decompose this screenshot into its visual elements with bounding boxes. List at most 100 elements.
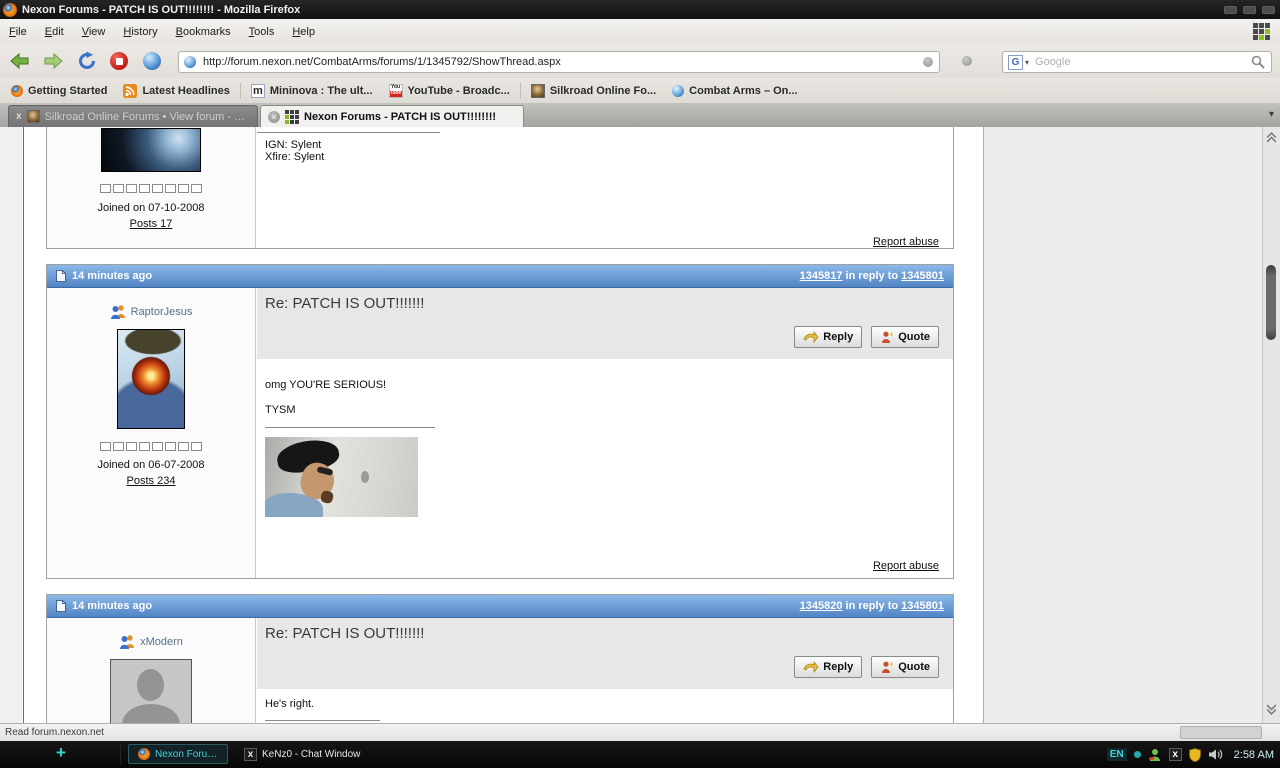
post-id-link[interactable]: 1345820 [800, 600, 843, 612]
url-input[interactable] [201, 55, 923, 69]
vertical-scrollbar[interactable] [1262, 127, 1280, 723]
post-user-column: RaptorJesus Joined on 06-07-2008 Posts 2… [47, 288, 256, 578]
taskbar-divider [120, 745, 121, 764]
stop-button[interactable] [108, 50, 130, 72]
xfire-icon: x [244, 748, 257, 761]
tab-close-icon[interactable]: × [268, 111, 280, 123]
bookmark-dot-icon[interactable] [962, 56, 972, 66]
bookmark-mininova[interactable]: m Mininova : The ult... [243, 81, 381, 101]
menu-edit[interactable]: Edit [36, 22, 73, 42]
username[interactable]: xModern [140, 636, 183, 648]
url-bar-go-icon[interactable] [923, 57, 933, 67]
page-icon [56, 270, 66, 282]
menu-file[interactable]: File [0, 22, 36, 42]
rss-icon [123, 84, 137, 98]
scrollbar-thumb[interactable] [1266, 265, 1276, 340]
quote-button[interactable]: Quote [871, 656, 939, 678]
post-header: 14 minutes ago 1345820 in reply to 13458… [47, 595, 953, 618]
post-body-line: omg YOU'RE SERIOUS! [265, 379, 953, 391]
search-magnifier-icon[interactable] [1251, 55, 1265, 69]
post-content-column: IGN: Sylent Xfire: Sylent Report abuse [257, 132, 953, 254]
bookmark-getting-started[interactable]: Getting Started [0, 81, 115, 101]
taskbar-button-firefox[interactable]: Nexon Forums - PATCH I... [128, 744, 228, 764]
menu-tools[interactable]: Tools [240, 22, 284, 42]
username[interactable]: RaptorJesus [131, 306, 193, 318]
clock[interactable]: 2:58 AM [1234, 749, 1274, 761]
post-id-area: 1345820 in reply to 1345801 [800, 600, 944, 612]
reply-to-id-link[interactable]: 1345801 [901, 270, 944, 282]
post-user-column: xModern [47, 618, 256, 723]
youtube-icon: YouTube [389, 84, 403, 98]
forum-post-partial: Joined on 07-10-2008 Posts 17 IGN: Sylen… [46, 127, 954, 249]
bookmark-youtube[interactable]: YouTube YouTube - Broadc... [381, 81, 518, 101]
menu-bookmarks[interactable]: Bookmarks [167, 22, 240, 42]
forward-button[interactable] [42, 50, 64, 72]
home-globe-icon [143, 52, 161, 70]
start-button[interactable]: + [56, 743, 66, 763]
reload-button[interactable] [76, 50, 98, 72]
menubar: File Edit View History Bookmarks Tools H… [0, 19, 1280, 45]
security-shield-icon[interactable] [1189, 748, 1201, 762]
post-time: 14 minutes ago [72, 270, 152, 282]
user-line: xModern [119, 634, 183, 649]
post-content-column: Re: PATCH IS OUT!!!!!!! Reply Quote He's [257, 618, 953, 723]
post-id-area: 1345817 in reply to 1345801 [800, 270, 944, 282]
url-bar[interactable] [178, 51, 940, 73]
tray-dot-icon[interactable] [1134, 751, 1141, 758]
search-input[interactable] [1033, 55, 1251, 69]
reply-button[interactable]: Reply [794, 656, 862, 678]
messenger-status-icon[interactable] [1148, 748, 1162, 762]
minimize-button[interactable] [1224, 6, 1237, 14]
posts-count-link[interactable]: Posts 17 [130, 218, 173, 230]
quote-person-icon [880, 330, 894, 344]
xfire-tray-icon[interactable]: x [1169, 748, 1182, 761]
maximize-button[interactable] [1243, 6, 1256, 14]
close-button[interactable] [1262, 6, 1275, 14]
nexon-grid-icon [1253, 23, 1270, 40]
bookmark-silkroad[interactable]: Silkroad Online Fo... [523, 81, 664, 101]
page-icon [56, 600, 66, 612]
scroll-down-icon[interactable] [1263, 702, 1280, 720]
google-icon[interactable]: G [1008, 55, 1023, 70]
menu-view[interactable]: View [73, 22, 115, 42]
report-abuse-link[interactable]: Report abuse [873, 560, 939, 572]
reply-arrow-icon [803, 331, 819, 343]
reply-to-id-link[interactable]: 1345801 [901, 600, 944, 612]
search-engine-caret-icon[interactable]: ▾ [1025, 58, 1029, 67]
bookmark-latest-headlines[interactable]: Latest Headlines [115, 81, 237, 101]
signature-divider [257, 132, 440, 133]
back-button[interactable] [8, 50, 30, 72]
joined-date: Joined on 07-10-2008 [97, 202, 204, 214]
signature-divider [265, 427, 435, 428]
window-title: Nexon Forums - PATCH IS OUT!!!!!!!! - Mo… [22, 4, 300, 16]
post-actions: Reply Quote [794, 656, 939, 678]
tab-close-icon[interactable]: x [16, 112, 22, 122]
post-title: Re: PATCH IS OUT!!!!!!! [265, 625, 424, 642]
horizontal-scrollbar-thumb[interactable] [1180, 726, 1262, 739]
page-border-line [23, 127, 24, 723]
menu-help[interactable]: Help [283, 22, 324, 42]
quote-button[interactable]: Quote [871, 326, 939, 348]
post-user-column: Joined on 07-10-2008 Posts 17 [47, 127, 256, 248]
home-button[interactable] [141, 50, 163, 72]
tab-list-dropdown-icon[interactable]: ▾ [1269, 109, 1274, 120]
post-content-column: Re: PATCH IS OUT!!!!!!! Reply Quote omg [257, 288, 953, 578]
post-title: Re: PATCH IS OUT!!!!!!! [265, 295, 424, 312]
in-reply-to-label: in reply to [846, 600, 899, 612]
speaker-icon[interactable] [1208, 748, 1223, 761]
taskbar-button-xfire-chat[interactable]: x KeNz0 - Chat Window [238, 744, 368, 764]
scroll-up-icon[interactable] [1263, 130, 1280, 148]
language-indicator[interactable]: EN [1107, 748, 1127, 761]
post-id-link[interactable]: 1345817 [800, 270, 843, 282]
report-abuse-link[interactable]: Report abuse [873, 236, 939, 248]
menu-history[interactable]: History [114, 22, 166, 42]
firefox-icon [138, 748, 150, 760]
globe-icon [672, 85, 684, 97]
posts-count-link[interactable]: Posts 234 [127, 475, 176, 487]
reply-button[interactable]: Reply [794, 326, 862, 348]
tab-nexon-forums[interactable]: × Nexon Forums - PATCH IS OUT!!!!!!!! [260, 105, 524, 127]
tab-silkroad-forums[interactable]: x Silkroad Online Forums • View forum - … [8, 105, 258, 127]
bookmark-combat-arms[interactable]: Combat Arms – On... [664, 81, 805, 101]
search-bar[interactable]: G ▾ [1002, 51, 1272, 73]
rank-squares [100, 442, 202, 451]
